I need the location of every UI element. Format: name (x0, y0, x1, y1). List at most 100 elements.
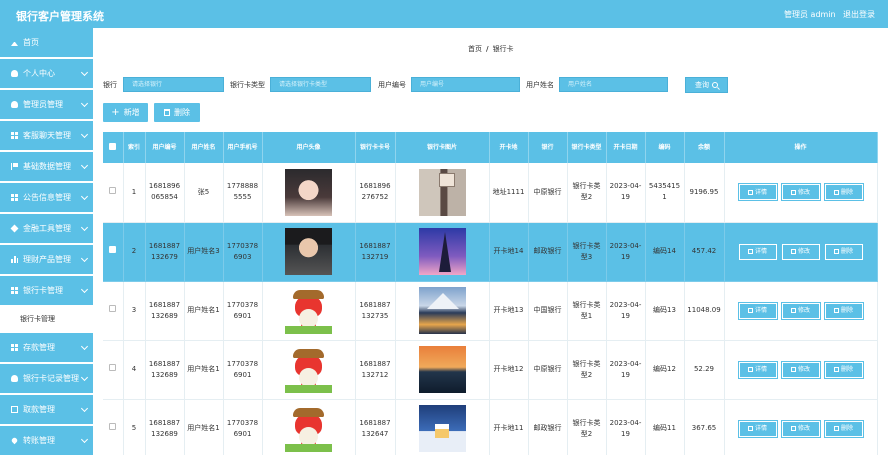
row-actions: 详情 修改 删除 (724, 340, 878, 400)
home-icon (11, 39, 18, 46)
file-icon (747, 249, 753, 254)
logout-link[interactable]: 退出登录 (843, 9, 875, 20)
sidebar-item-label: 公告信息管理 (23, 193, 71, 202)
fox-hat (293, 408, 324, 417)
edit-button[interactable]: 修改 (780, 301, 821, 320)
sidebar-item-11[interactable]: 取款管理 (0, 395, 93, 424)
bank-name: 邮政银行 (528, 399, 568, 455)
table-row[interactable]: 4 1681887132689 用户姓名1 17703786901 1681887132… (103, 340, 878, 400)
user-avatar[interactable] (285, 287, 332, 334)
table-row[interactable]: 2 1681887132679 用户姓名3 17703786903 1681887132… (103, 222, 878, 282)
current-user: 管理员 admin (784, 10, 836, 19)
user-avatar[interactable] (285, 405, 332, 452)
edit-button-label: 修改 (797, 366, 810, 373)
card-image[interactable] (418, 346, 466, 393)
sidebar-item-3[interactable]: 客服聊天管理 (0, 121, 93, 150)
user-avatar-cell (262, 222, 356, 282)
edit-button[interactable]: 修改 (780, 242, 821, 261)
card-image[interactable] (418, 168, 466, 216)
sidebar-item-0[interactable]: 首页 (0, 28, 93, 57)
card-image-cell (395, 399, 490, 455)
delete-button[interactable]: 删除 (823, 360, 864, 379)
card-number: 1681887132735 (355, 281, 396, 341)
sidebar-item-12[interactable]: 转账管理 (0, 426, 93, 455)
delete-button[interactable]: 删除 (823, 301, 864, 320)
row-checkbox[interactable] (109, 246, 117, 253)
row-checkbox[interactable] (109, 186, 117, 194)
detail-button[interactable]: 详情 (737, 360, 778, 379)
sidebar-item-label: 取款管理 (23, 405, 55, 414)
sidebar-item-label: 管理员管理 (23, 100, 63, 109)
user-avatar[interactable] (285, 228, 332, 275)
row-select-cell (103, 399, 124, 455)
trash-icon (833, 367, 839, 372)
sidebar-item-2[interactable]: 管理员管理 (0, 90, 93, 119)
breadcrumb-home[interactable]: 首页 (468, 45, 482, 53)
row-actions: 详情 修改 删除 (724, 222, 878, 282)
table-row[interactable]: 1 1681896065854 张5 17788885555 1681896276752… (103, 163, 878, 223)
query-button[interactable]: 查询 (685, 77, 728, 93)
bank-name: 中原银行 (528, 340, 568, 400)
grid-icon (11, 194, 18, 201)
user-phone: 17788885555 (223, 163, 263, 223)
select-all-header[interactable] (103, 132, 124, 163)
card-image[interactable] (418, 405, 466, 452)
row-select-cell (103, 222, 124, 282)
batch-delete-button[interactable]: 删除 (154, 103, 200, 122)
cardtype-select[interactable] (270, 77, 371, 92)
code: 编码12 (645, 340, 685, 400)
sidebar-item-8[interactable]: 银行卡管理 (0, 276, 93, 305)
detail-button-label: 详情 (754, 366, 767, 373)
open-place: 地址1111 (489, 163, 529, 223)
detail-button[interactable]: 详情 (737, 419, 778, 438)
cube-icon (10, 224, 19, 233)
chevron-down-icon (80, 161, 89, 170)
breadcrumb-current: 银行卡 (492, 45, 514, 53)
open-date: 2023-04-19 (606, 163, 646, 223)
table-row[interactable]: 5 1681887132689 用户姓名1 17703786901 1681887132… (103, 399, 878, 455)
username-input[interactable] (559, 77, 668, 92)
edit-button[interactable]: 修改 (780, 419, 821, 438)
user-avatar[interactable] (285, 346, 332, 393)
row-checkbox[interactable] (109, 423, 117, 430)
query-label: 查询 (695, 81, 709, 89)
user-avatar-cell (262, 163, 356, 223)
userno-input[interactable] (411, 77, 520, 92)
row-checkbox[interactable] (109, 364, 117, 371)
sidebar-item-7[interactable]: 理财产品管理 (0, 245, 93, 274)
detail-button-label: 详情 (754, 248, 767, 255)
open-date: 2023-04-19 (606, 399, 646, 455)
bank-name: 中原银行 (528, 163, 568, 223)
card-image[interactable] (418, 287, 466, 334)
detail-button[interactable]: 详情 (737, 242, 778, 261)
bank-select[interactable] (123, 77, 224, 92)
user-avatar[interactable] (285, 168, 332, 216)
edit-button[interactable]: 修改 (780, 183, 821, 202)
sidebar-item-1[interactable]: 个人中心 (0, 59, 93, 88)
add-button[interactable]: + 新增 (103, 103, 148, 122)
table-row[interactable]: 3 1681887132689 用户姓名1 17703786901 1681887132… (103, 281, 878, 341)
delete-button[interactable]: 删除 (823, 183, 864, 202)
sidebar-item-6[interactable]: 金融工具管理 (0, 214, 93, 243)
user-name: 用户姓名3 (184, 222, 224, 282)
sidebar-item-10[interactable]: 银行卡记录管理 (0, 364, 93, 393)
sidebar-item-5[interactable]: 公告信息管理 (0, 183, 93, 212)
delete-button[interactable]: 删除 (823, 242, 864, 261)
delete-label: 删除 (174, 108, 190, 117)
select-all-checkbox[interactable] (109, 142, 117, 150)
card-image[interactable] (418, 228, 466, 275)
edit-button[interactable]: 修改 (780, 360, 821, 379)
detail-button[interactable]: 详情 (737, 183, 778, 202)
sidebar-item-4[interactable]: 基础数据管理 (0, 152, 93, 181)
sidebar-item-9[interactable]: 存款管理 (0, 333, 93, 362)
card-number: 1681896276752 (355, 163, 396, 223)
pencil-icon (790, 426, 796, 431)
detail-button[interactable]: 详情 (737, 301, 778, 320)
username-label: 用户姓名 (526, 81, 554, 89)
row-checkbox[interactable] (109, 305, 117, 312)
delete-button[interactable]: 删除 (823, 419, 864, 438)
file-icon (747, 367, 753, 372)
chevron-down-icon (80, 68, 89, 77)
sidebar-subitem-bank-card[interactable]: 银行卡管理 (0, 307, 93, 331)
sidebar-item-label: 转账管理 (23, 436, 55, 445)
